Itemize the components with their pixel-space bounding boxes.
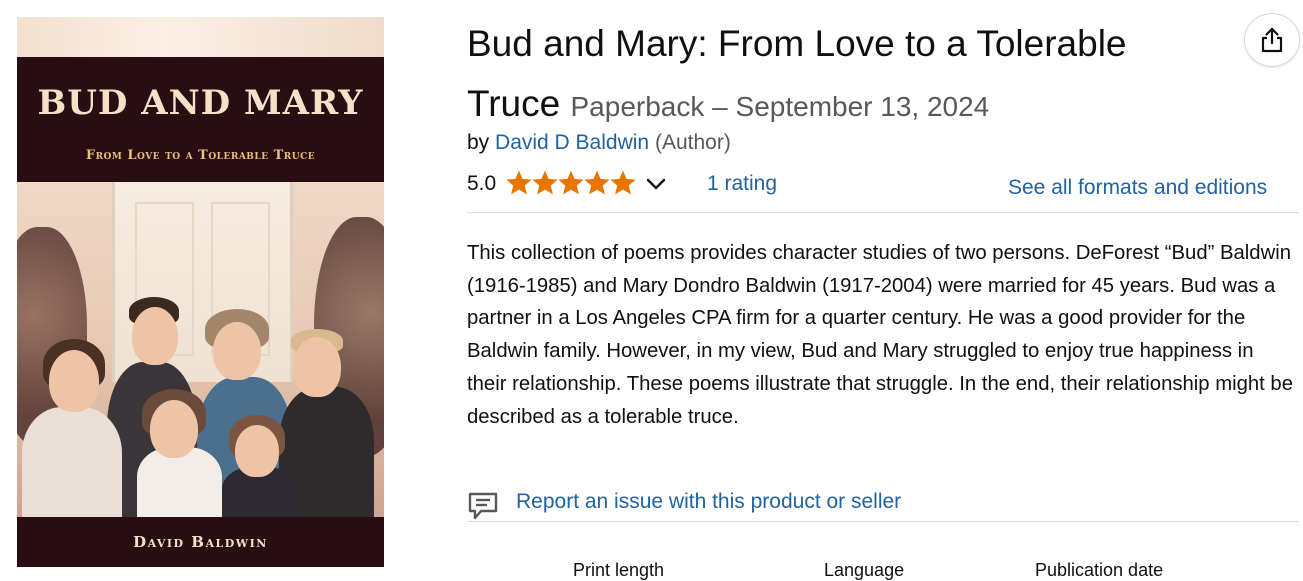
- share-button[interactable]: [1244, 13, 1300, 67]
- author-link[interactable]: David D Baldwin: [495, 131, 649, 154]
- star-icon: [610, 170, 636, 195]
- chevron-down-icon[interactable]: [645, 176, 667, 192]
- detail-print-length[interactable]: Print length: [573, 560, 664, 581]
- date-separator: –: [712, 91, 728, 122]
- product-title: Bud and Mary: From Love to a Tolerable T…: [467, 14, 1227, 137]
- divider: [467, 521, 1299, 522]
- share-icon: [1261, 27, 1283, 53]
- detail-language[interactable]: Language: [824, 560, 904, 581]
- cover-background: [17, 17, 384, 57]
- cover-author-band: David Baldwin: [17, 517, 384, 567]
- cover-subtitle: From Love to a Tolerable Truce: [85, 148, 316, 163]
- product-title-block: Bud and Mary: From Love to a Tolerable T…: [467, 14, 1227, 137]
- product-description: This collection of poems provides charac…: [467, 242, 1293, 428]
- product-format-date: Paperback – September 13, 2024: [571, 91, 990, 122]
- rating-count-link[interactable]: 1 rating: [707, 172, 777, 196]
- publication-date: September 13, 2024: [735, 91, 990, 122]
- product-format: Paperback: [570, 91, 705, 122]
- see-all-formats-link[interactable]: See all formats and editions: [1008, 176, 1267, 200]
- star-rating[interactable]: [506, 170, 636, 196]
- rating-value: 5.0: [467, 172, 497, 195]
- by-label: by: [467, 131, 490, 154]
- star-icon: [506, 170, 532, 195]
- cover-author: David Baldwin: [133, 533, 268, 551]
- cover-title: BUD AND MARY: [37, 83, 364, 123]
- feedback-icon: [468, 492, 498, 520]
- author-role: (Author): [654, 131, 731, 154]
- byline: by David D Baldwin (Author): [467, 131, 731, 155]
- star-icon: [558, 170, 584, 195]
- star-icon: [532, 170, 558, 195]
- star-icon: [584, 170, 610, 195]
- report-issue-link[interactable]: Report an issue with this product or sel…: [516, 490, 901, 514]
- detail-publication-date[interactable]: Publication date: [1035, 560, 1163, 581]
- divider: [467, 212, 1299, 213]
- book-cover-image[interactable]: BUD AND MARY From Love to a Tolerable Tr…: [17, 17, 384, 567]
- cover-title-band: BUD AND MARY From Love to a Tolerable Tr…: [17, 57, 384, 182]
